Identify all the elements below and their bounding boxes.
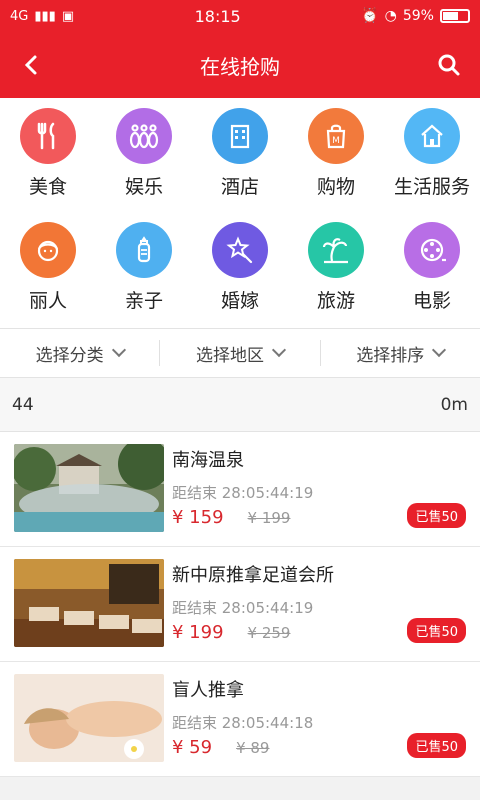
- category-movie[interactable]: 电影: [384, 222, 480, 328]
- list-item[interactable]: 盲人推拿 距结束 28:05:44:18 ¥ 59 ¥ 89 已售50: [0, 662, 480, 777]
- deal-countdown: 距结束 28:05:44:18: [172, 714, 314, 732]
- category-label: 购物: [316, 176, 355, 198]
- deal-countdown: 距结束 28:05:44:19: [172, 599, 314, 617]
- info-right: 0m: [440, 394, 468, 415]
- wifi-icon: ◔: [384, 8, 397, 24]
- deal-name: 新中原推拿足道会所: [172, 565, 334, 586]
- back-button[interactable]: [16, 50, 46, 80]
- category-wedding[interactable]: 婚嫁: [192, 222, 288, 328]
- massage-spa-image: [14, 674, 164, 762]
- deal-prices: ¥ 199 ¥ 259: [172, 622, 334, 643]
- category-parenting[interactable]: 亲子: [96, 222, 192, 328]
- hot-spring-image: [14, 444, 164, 532]
- svg-text:M: M: [332, 136, 340, 146]
- deal-price: ¥ 199: [172, 622, 224, 643]
- category-travel[interactable]: 旅游: [288, 222, 384, 328]
- deal-name: 南海温泉: [172, 450, 244, 471]
- category-life-service[interactable]: 生活服务: [384, 108, 480, 214]
- filter-label: 选择排序: [356, 345, 425, 366]
- nav-bar: 在线抢购: [0, 32, 480, 98]
- category-hotel[interactable]: 酒店: [192, 108, 288, 214]
- deal-info: 盲人推拿 距结束 28:05:44:18 ¥ 59 ¥ 89: [172, 674, 313, 764]
- filter-region[interactable]: 选择地区: [160, 340, 321, 366]
- deal-countdown: 距结束 28:05:44:19: [172, 484, 314, 502]
- category-label: 娱乐: [124, 176, 163, 198]
- woman-face-icon: [20, 222, 76, 278]
- search-button[interactable]: [434, 50, 464, 80]
- category-beauty[interactable]: 丽人: [0, 222, 96, 328]
- deal-prices: ¥ 59 ¥ 89: [172, 737, 313, 758]
- info-left: 44: [12, 394, 34, 415]
- deal-original-price: ¥ 259: [247, 624, 291, 642]
- category-label: 婚嫁: [220, 290, 259, 312]
- battery-percent: 59%: [402, 8, 434, 24]
- filter-label: 选择地区: [195, 345, 264, 366]
- deal-original-price: ¥ 89: [236, 739, 270, 757]
- list-item[interactable]: 南海温泉 距结束 28:05:44:19 ¥ 159 ¥ 199 已售50: [0, 432, 480, 547]
- category-label: 亲子: [124, 290, 163, 312]
- signal-icon: ▮▮▮: [34, 8, 56, 24]
- category-label: 电影: [412, 290, 451, 312]
- home-icon: [404, 108, 460, 164]
- category-label: 酒店: [220, 176, 259, 198]
- palm-tree-icon: [308, 222, 364, 278]
- category-grid: 美食 娱乐 酒店 M 购物 生活服务 丽人 亲子 婚嫁 旅游 电影: [0, 98, 480, 328]
- category-label: 美食: [28, 176, 67, 198]
- bowling-pins-icon: [116, 108, 172, 164]
- deal-name: 盲人推拿: [172, 680, 244, 701]
- page-title: 在线抢购: [200, 54, 280, 79]
- deal-price: ¥ 159: [172, 507, 224, 528]
- sold-badge: 已售50: [407, 503, 466, 528]
- filter-bar: 选择分类 选择地区 选择排序: [0, 328, 480, 378]
- baby-bottle-icon: [116, 222, 172, 278]
- deal-original-price: ¥ 199: [247, 509, 291, 527]
- deal-info: 新中原推拿足道会所 距结束 28:05:44:19 ¥ 199 ¥ 259: [172, 559, 334, 649]
- chevron-down-icon: [271, 342, 287, 358]
- massage-room-image: [14, 559, 164, 647]
- search-icon: [438, 54, 460, 76]
- chevron-left-icon: [24, 55, 37, 75]
- deal-list: 南海温泉 距结束 28:05:44:19 ¥ 159 ¥ 199 已售50 新中…: [0, 432, 480, 777]
- star-wand-icon: [212, 222, 268, 278]
- sold-badge: 已售50: [407, 618, 466, 643]
- battery-icon: [439, 9, 470, 23]
- category-label: 丽人: [28, 290, 67, 312]
- filter-category[interactable]: 选择分类: [0, 340, 161, 366]
- shopping-bag-icon: M: [308, 108, 364, 164]
- category-entertainment[interactable]: 娱乐: [96, 108, 192, 214]
- category-label: 旅游: [316, 290, 355, 312]
- list-item[interactable]: 新中原推拿足道会所 距结束 28:05:44:19 ¥ 199 ¥ 259 已售…: [0, 547, 480, 662]
- chevron-down-icon: [432, 342, 447, 358]
- filter-label: 选择分类: [35, 345, 104, 366]
- notification-icon: ▣: [61, 8, 75, 24]
- category-label: 生活服务: [393, 176, 470, 198]
- deal-info: 南海温泉 距结束 28:05:44:19 ¥ 159 ¥ 199: [172, 444, 313, 534]
- sold-badge: 已售50: [407, 733, 466, 758]
- deal-price: ¥ 59: [172, 737, 213, 758]
- chevron-down-icon: [111, 342, 126, 358]
- info-bar: 44 0m: [0, 378, 480, 432]
- network-label: 4G: [10, 8, 29, 24]
- alarm-icon: ⏰: [361, 8, 379, 24]
- building-icon: [212, 108, 268, 164]
- deal-prices: ¥ 159 ¥ 199: [172, 507, 313, 528]
- fork-knife-icon: [20, 108, 76, 164]
- clock: 18:15: [194, 6, 241, 26]
- filter-sort[interactable]: 选择排序: [321, 340, 480, 366]
- category-shopping[interactable]: M 购物: [288, 108, 384, 214]
- film-reel-icon: [404, 222, 460, 278]
- status-bar: 4G ▮▮▮ ▣ 18:15 ⏰ ◔ 59%: [0, 0, 480, 32]
- category-food[interactable]: 美食: [0, 108, 96, 214]
